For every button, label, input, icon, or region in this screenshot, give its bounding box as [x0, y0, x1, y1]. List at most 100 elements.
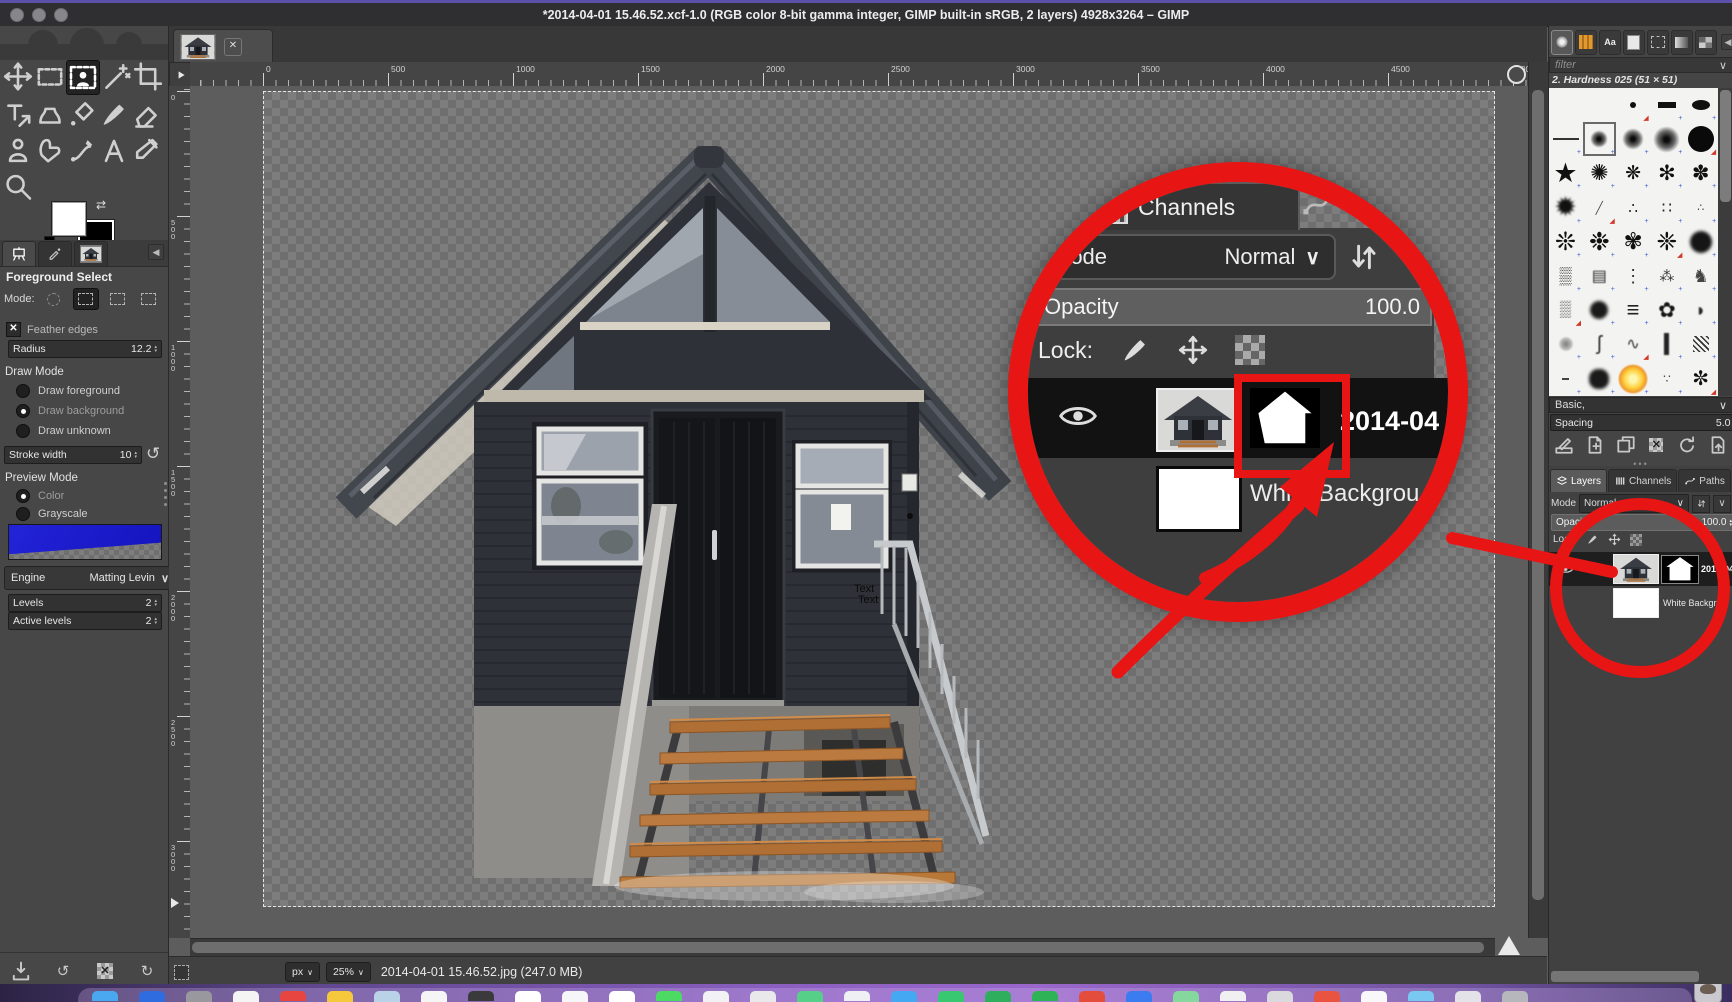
- stroke-width-slider[interactable]: Stroke width 10 ▴ ▾: [4, 446, 142, 464]
- titlebar[interactable]: *2014-04-01 15.46.52.xcf-1.0 (RGB color …: [0, 3, 1732, 27]
- window-controls[interactable]: [10, 8, 68, 22]
- zoom-fit-toggle-button[interactable]: [1507, 65, 1526, 84]
- mode-add-button[interactable]: [72, 288, 99, 310]
- tab-gradients[interactable]: [1670, 29, 1693, 55]
- dock-app-icon[interactable]: [1126, 991, 1152, 1002]
- foreground-select-tool[interactable]: [66, 60, 100, 95]
- tab-palettes[interactable]: [1694, 29, 1717, 55]
- close-window-button[interactable]: [10, 8, 24, 22]
- text-tool[interactable]: [98, 134, 130, 167]
- paintbrush-tool[interactable]: [98, 98, 130, 131]
- brush-cell-circle[interactable]: ◢: [1684, 122, 1717, 156]
- brush-cell-dots2[interactable]: ∷ +: [1650, 191, 1683, 225]
- swap-colors-icon[interactable]: ⇄: [96, 198, 106, 212]
- close-image-icon[interactable]: ✕: [224, 37, 242, 56]
- brush-cell-blob3[interactable]: +: [1583, 362, 1616, 396]
- brush-cell-dot[interactable]: ◢: [1617, 88, 1650, 122]
- brush-cell-tinydash[interactable]: +: [1549, 362, 1582, 396]
- dock-app-icon[interactable]: [280, 991, 306, 1001]
- dock-app-icon[interactable]: [985, 991, 1011, 1002]
- brush-cell-faint[interactable]: +: [1549, 327, 1582, 361]
- horizontal-scrollbar-thumb[interactable]: [192, 942, 1484, 953]
- mode-replace-button[interactable]: [42, 289, 66, 309]
- brush-cell-line[interactable]: +: [1549, 122, 1582, 156]
- restore-preset-button[interactable]: ↺: [50, 959, 76, 983]
- vertical-scrollbar[interactable]: [1528, 62, 1548, 938]
- brush-cell-blank[interactable]: [1549, 88, 1582, 122]
- brush-cell-pepper[interactable]: ▒ +: [1549, 259, 1582, 293]
- engine-select[interactable]: Engine Matting Levin ∨: [4, 566, 176, 590]
- smudge-tool[interactable]: [2, 134, 34, 167]
- navigation-button[interactable]: [1498, 936, 1520, 955]
- open-brush-button[interactable]: [1707, 434, 1729, 456]
- draw-unknown-option[interactable]: Draw unknown: [16, 424, 111, 438]
- ruler-corner-button[interactable]: [169, 62, 192, 88]
- image-tab[interactable]: ✕: [173, 29, 273, 63]
- dock-app-icon[interactable]: [1502, 991, 1528, 1002]
- brush-cell-splat2[interactable]: ❋ +: [1617, 156, 1650, 191]
- dock-app-icon[interactable]: [374, 991, 400, 1002]
- foreground-color-swatch[interactable]: [52, 202, 86, 236]
- brush-cell-soft3[interactable]: +: [1650, 122, 1683, 156]
- brush-cell-blob1[interactable]: +: [1583, 293, 1616, 327]
- brush-cell-splat1[interactable]: ✺ +: [1583, 156, 1616, 190]
- layers-scrollbar[interactable]: [1551, 971, 1699, 982]
- brush-cell-scatter[interactable]: ⁂ +: [1650, 259, 1683, 293]
- draw-background-option[interactable]: Draw background: [16, 404, 124, 418]
- draw-foreground-radio[interactable]: [16, 384, 30, 398]
- preview-color-option[interactable]: Color: [16, 489, 64, 503]
- unit-select[interactable]: px ∨: [285, 962, 320, 982]
- spacing-slider[interactable]: Spacing 5.0▴▾: [1550, 414, 1732, 431]
- dock-app-icon[interactable]: [233, 991, 259, 1002]
- preview-color-swatch[interactable]: [8, 524, 162, 560]
- layer-row-2014-04[interactable]: 2014-04: [1549, 552, 1732, 586]
- new-brush-button[interactable]: [1584, 434, 1606, 456]
- brush-cell-fuzz[interactable]: ✹ +: [1549, 191, 1582, 225]
- brush-cell-cells3[interactable]: ❈ ◢: [1650, 225, 1683, 259]
- active-levels-spinner[interactable]: ▴ ▾: [154, 617, 157, 626]
- brush-cell-ellipse[interactable]: +: [1684, 88, 1717, 122]
- panel-splitter-handle[interactable]: [163, 482, 167, 518]
- dock-app-icon[interactable]: [515, 991, 541, 1002]
- brush-cell-streak[interactable]: +: [1650, 327, 1683, 361]
- layer-mode-menu-button[interactable]: ∨: [1713, 494, 1731, 513]
- warp-tool[interactable]: [34, 98, 66, 131]
- preview-grayscale-radio[interactable]: [16, 507, 30, 521]
- feather-edges-row[interactable]: ✕ Feather edges: [6, 322, 98, 337]
- horizontal-scrollbar[interactable]: [190, 938, 1495, 957]
- tab-fonts[interactable]: Aa: [1598, 29, 1621, 55]
- layer-name[interactable]: 2014-04: [1701, 564, 1732, 574]
- dock-app-icon[interactable]: [468, 991, 494, 1001]
- brush-cell-blobdark[interactable]: +: [1684, 225, 1717, 259]
- brush-cell-grain[interactable]: ▒ ◢: [1549, 293, 1582, 327]
- save-preset-button[interactable]: [8, 959, 34, 983]
- brush-cell-animal[interactable]: ♞ +: [1684, 259, 1717, 294]
- horizontal-ruler[interactable]: 0500100015002000250030003500400045005000: [190, 62, 1528, 87]
- fuzzy-select-tool[interactable]: [100, 60, 132, 93]
- tab-tool-presets[interactable]: [38, 241, 72, 266]
- brush-group-select[interactable]: Basic, ∨: [1549, 397, 1732, 413]
- tab-brushes[interactable]: [1551, 29, 1573, 55]
- dock-app-icon[interactable]: [797, 991, 823, 1002]
- edit-brush-button[interactable]: [1553, 434, 1575, 456]
- eraser-tool[interactable]: [130, 98, 162, 131]
- bucket-fill-tool[interactable]: [66, 98, 98, 131]
- reset-stroke-icon[interactable]: ↺: [146, 444, 160, 464]
- brush-cell-wisp2[interactable]: ∿ ◢: [1617, 327, 1650, 361]
- dock-gimp-icon[interactable]: [1694, 984, 1722, 1002]
- dock-app-icon[interactable]: [1173, 991, 1199, 1002]
- zoom-select[interactable]: 25% ∨: [325, 962, 371, 982]
- brush-cell-diag[interactable]: +: [1684, 327, 1717, 361]
- dock-app-icon[interactable]: [1079, 991, 1105, 1002]
- tab-paths[interactable]: Paths: [1678, 469, 1731, 492]
- brush-scrollbar[interactable]: [1718, 88, 1732, 396]
- brush-cell-bar[interactable]: +: [1650, 88, 1683, 122]
- brush-cell-blank[interactable]: [1583, 88, 1616, 122]
- dock-app-icon[interactable]: [1455, 991, 1481, 1002]
- brush-cell-vwisp[interactable]: ⋮ +: [1617, 259, 1650, 294]
- mode-intersect-button[interactable]: [137, 289, 161, 309]
- layer-name[interactable]: White Backgrou: [1663, 598, 1727, 608]
- radius-spinner[interactable]: ▴ ▾: [154, 345, 157, 354]
- draw-background-radio[interactable]: [16, 404, 30, 418]
- layer-mode-switch-button[interactable]: [1692, 494, 1710, 513]
